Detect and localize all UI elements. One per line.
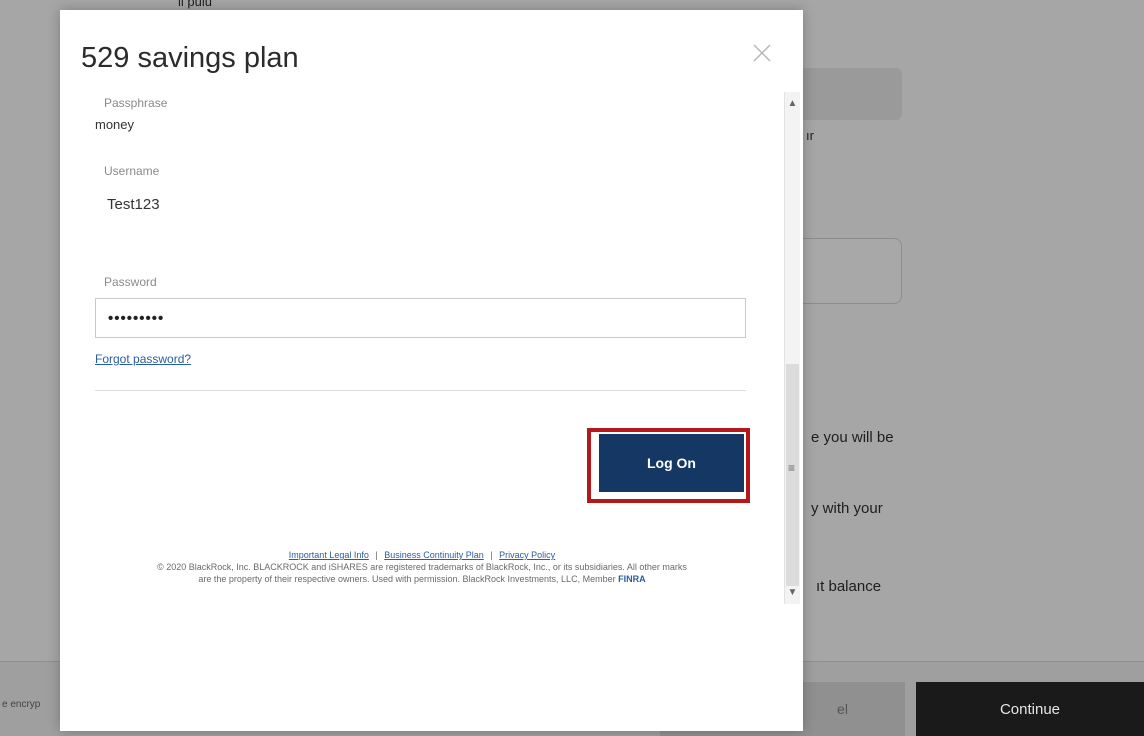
background-text-fragment: y with your	[811, 500, 883, 517]
scroll-grip-icon: ≡	[788, 461, 796, 475]
privacy-policy-link[interactable]: Privacy Policy	[499, 550, 555, 560]
copyright-line: © 2020 BlackRock, Inc. BLACKROCK and iSH…	[157, 562, 687, 572]
divider	[95, 390, 746, 391]
background-panel	[790, 68, 902, 120]
background-text-fragment: ıt balance	[816, 578, 882, 595]
copyright-line-2: are the property of their respective own…	[60, 573, 784, 585]
copyright-text: are the property of their respective own…	[198, 574, 619, 584]
scrollbar-thumb[interactable]	[786, 364, 799, 586]
passphrase-value: money	[95, 117, 135, 132]
legal-separator: |	[375, 550, 378, 560]
background-secondary-button-label: el	[837, 701, 848, 717]
background-text-fragment: e you will be	[811, 429, 894, 446]
background-text-fragment: ır	[806, 128, 814, 143]
background-footer-text: e encryp	[2, 699, 41, 710]
finra-link[interactable]: FINRA	[618, 574, 646, 584]
username-label: Username	[104, 164, 160, 178]
log-on-button[interactable]: Log On	[599, 434, 744, 492]
username-value: Test123	[107, 196, 160, 213]
background-text-fragment: ll pulu	[178, 0, 212, 9]
password-label: Password	[104, 275, 157, 289]
close-icon[interactable]	[749, 40, 775, 66]
modal-scrollbar[interactable]: ▲ ▼	[784, 92, 800, 604]
legal-separator: |	[490, 550, 493, 560]
login-modal: 529 savings plan Passphrase money Userna…	[60, 10, 803, 731]
passphrase-label: Passphrase	[104, 96, 168, 110]
legal-footer: Important Legal Info | Business Continui…	[60, 549, 784, 585]
continue-button[interactable]: Continue	[916, 682, 1144, 736]
business-continuity-plan-link[interactable]: Business Continuity Plan	[384, 550, 484, 560]
chevron-up-icon[interactable]: ▲	[785, 96, 800, 111]
continue-button-label: Continue	[999, 700, 1061, 718]
legal-links: Important Legal Info | Business Continui…	[60, 549, 784, 561]
forgot-password-link[interactable]: Forgot password?	[95, 352, 191, 366]
modal-title: 529 savings plan	[81, 42, 299, 74]
password-field[interactable]	[95, 298, 746, 338]
chevron-down-icon[interactable]: ▼	[785, 585, 800, 600]
important-legal-info-link[interactable]: Important Legal Info	[289, 550, 369, 560]
